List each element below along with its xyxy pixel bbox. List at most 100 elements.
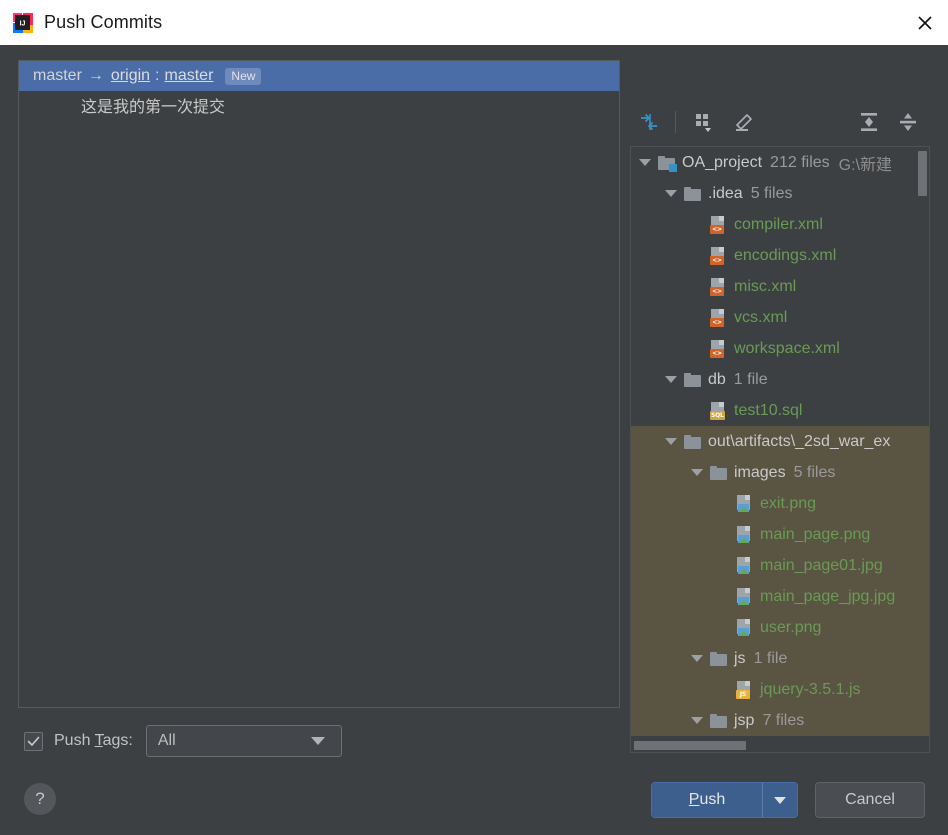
tree-row[interactable]: main_page_jpg.jpg (631, 581, 929, 612)
folder-icon (710, 465, 727, 480)
image-file-icon (736, 525, 753, 544)
commit-list-item[interactable]: 这是我的第一次提交 (19, 91, 619, 119)
tree-row[interactable]: .idea 5 files (631, 178, 929, 209)
tree-folder-name: jsp (734, 711, 755, 729)
collapse-selection-icon[interactable] (632, 105, 666, 139)
tree-file-name: main_page_jpg.jpg (760, 587, 896, 605)
tree-row[interactable]: <> misc.xml (631, 271, 929, 302)
tree-file-count: 212 files (770, 153, 830, 171)
push-button-group: Push (651, 782, 798, 818)
tree-scroll-region: OA_project 212 files G:\新建 .idea 5 files <> co… (631, 147, 929, 744)
tree-row[interactable]: main_page.png (631, 519, 929, 550)
push-tags-select[interactable]: All (145, 725, 342, 757)
tree-expand-toggle-icon[interactable] (691, 717, 703, 724)
folder-icon (684, 372, 701, 387)
toolbar-separator (675, 111, 676, 133)
folder-icon (710, 713, 727, 728)
tree-row[interactable]: <> encodings.xml (631, 240, 929, 271)
intellij-idea-icon: IJ (12, 12, 34, 34)
sql-file-icon: SQL (710, 401, 727, 420)
tree-vertical-scrollbar-thumb[interactable] (918, 151, 927, 196)
push-button[interactable]: Push (652, 783, 762, 817)
push-button-mnemonic: P (688, 791, 700, 808)
tree-file-name: jquery-3.5.1.js (760, 680, 861, 698)
tree-folder-name: .idea (708, 184, 743, 202)
tree-row[interactable]: <> workspace.xml (631, 333, 929, 364)
help-icon: ? (35, 789, 45, 808)
tree-file-name: compiler.xml (734, 215, 823, 233)
xml-file-icon: <> (710, 339, 727, 358)
tree-file-name: misc.xml (734, 277, 797, 295)
tree-folder-name: images (734, 463, 786, 481)
commit-message: 这是我的第一次提交 (81, 99, 226, 116)
tree-row[interactable]: JS jquery-3.5.1.js (631, 674, 929, 705)
chevron-down-icon (310, 737, 325, 745)
xml-file-icon: <> (710, 308, 727, 327)
js-file-icon: JS (736, 680, 753, 699)
tree-file-name: test10.sql (734, 401, 803, 419)
tree-expand-toggle-icon[interactable] (665, 190, 677, 197)
tree-file-name: exit.png (760, 494, 817, 512)
tree-row[interactable]: out\artifacts\_2sd_war_ex (631, 426, 929, 457)
cancel-button[interactable]: Cancel (815, 782, 925, 818)
image-file-icon (736, 587, 753, 606)
remote-name-link[interactable]: origin (111, 67, 150, 85)
tree-row[interactable]: exit.png (631, 488, 929, 519)
commits-list-panel[interactable]: master → origin : master New 这是我的第一次提交 (18, 60, 620, 708)
tree-file-name: main_page.png (760, 525, 871, 543)
collapse-all-icon[interactable] (891, 105, 925, 139)
tree-row[interactable]: SQL test10.sql (631, 395, 929, 426)
cancel-button-label: Cancel (845, 791, 895, 808)
tree-expand-toggle-icon[interactable] (665, 376, 677, 383)
tree-row[interactable]: js 1 file (631, 643, 929, 674)
folder-module-icon (658, 155, 677, 172)
tree-row[interactable]: jsp 7 files (631, 705, 929, 736)
tree-rows-container: OA_project 212 files G:\新建 .idea 5 files <> co… (631, 147, 929, 736)
expand-all-icon[interactable] (852, 105, 886, 139)
window-titlebar: IJ Push Commits (0, 0, 948, 45)
remote-branch-link[interactable]: master (165, 67, 214, 85)
tree-folder-name: db (708, 370, 726, 388)
chevron-down-icon (774, 796, 786, 804)
image-file-icon (736, 556, 753, 575)
tree-file-name: vcs.xml (734, 308, 788, 326)
tree-row[interactable]: images 5 files (631, 457, 929, 488)
tree-file-count: 7 files (762, 711, 805, 729)
tree-row[interactable]: main_page01.jpg (631, 550, 929, 581)
push-tags-label-before: Push (54, 732, 95, 749)
tree-row[interactable]: <> vcs.xml (631, 302, 929, 333)
tree-row[interactable]: OA_project 212 files G:\新建 (631, 147, 929, 178)
push-target-header-row[interactable]: master → origin : master New (19, 61, 619, 91)
tree-horizontal-scrollbar-thumb[interactable] (634, 741, 746, 750)
tree-file-count: 1 file (753, 649, 788, 667)
image-file-icon (736, 494, 753, 513)
tree-root-path: G:\新建 (838, 156, 892, 174)
tree-file-name: encodings.xml (734, 246, 837, 264)
edit-icon[interactable] (727, 105, 761, 139)
push-tags-label: Push Tags: (54, 732, 133, 750)
tree-row[interactable]: <> compiler.xml (631, 209, 929, 240)
image-file-icon (736, 618, 753, 637)
group-by-icon[interactable] (687, 105, 721, 139)
tree-row[interactable]: db 1 file (631, 364, 929, 395)
changed-files-tree-panel[interactable]: OA_project 212 files G:\新建 .idea 5 files <> co… (630, 146, 930, 753)
help-button[interactable]: ? (24, 783, 56, 815)
tree-expand-toggle-icon[interactable] (665, 438, 677, 445)
push-tags-checkbox[interactable] (24, 731, 43, 751)
tree-vertical-scrollbar[interactable] (918, 148, 928, 743)
tree-toolbar (632, 105, 932, 145)
push-button-label: ush (699, 791, 726, 808)
xml-file-icon: <> (710, 277, 727, 296)
window-title: Push Commits (44, 12, 163, 32)
folder-icon (710, 651, 727, 666)
tree-folder-name: out\artifacts\_2sd_war_ex (708, 432, 891, 450)
tree-row[interactable]: user.png (631, 612, 929, 643)
arrow-right-icon: → (87, 67, 104, 84)
xml-file-icon: <> (710, 246, 727, 265)
close-icon[interactable] (902, 0, 948, 45)
tree-expand-toggle-icon[interactable] (691, 469, 703, 476)
tree-expand-toggle-icon[interactable] (639, 159, 651, 166)
push-dropdown-button[interactable] (762, 783, 797, 817)
tree-expand-toggle-icon[interactable] (691, 655, 703, 662)
tree-file-name: workspace.xml (734, 339, 840, 357)
